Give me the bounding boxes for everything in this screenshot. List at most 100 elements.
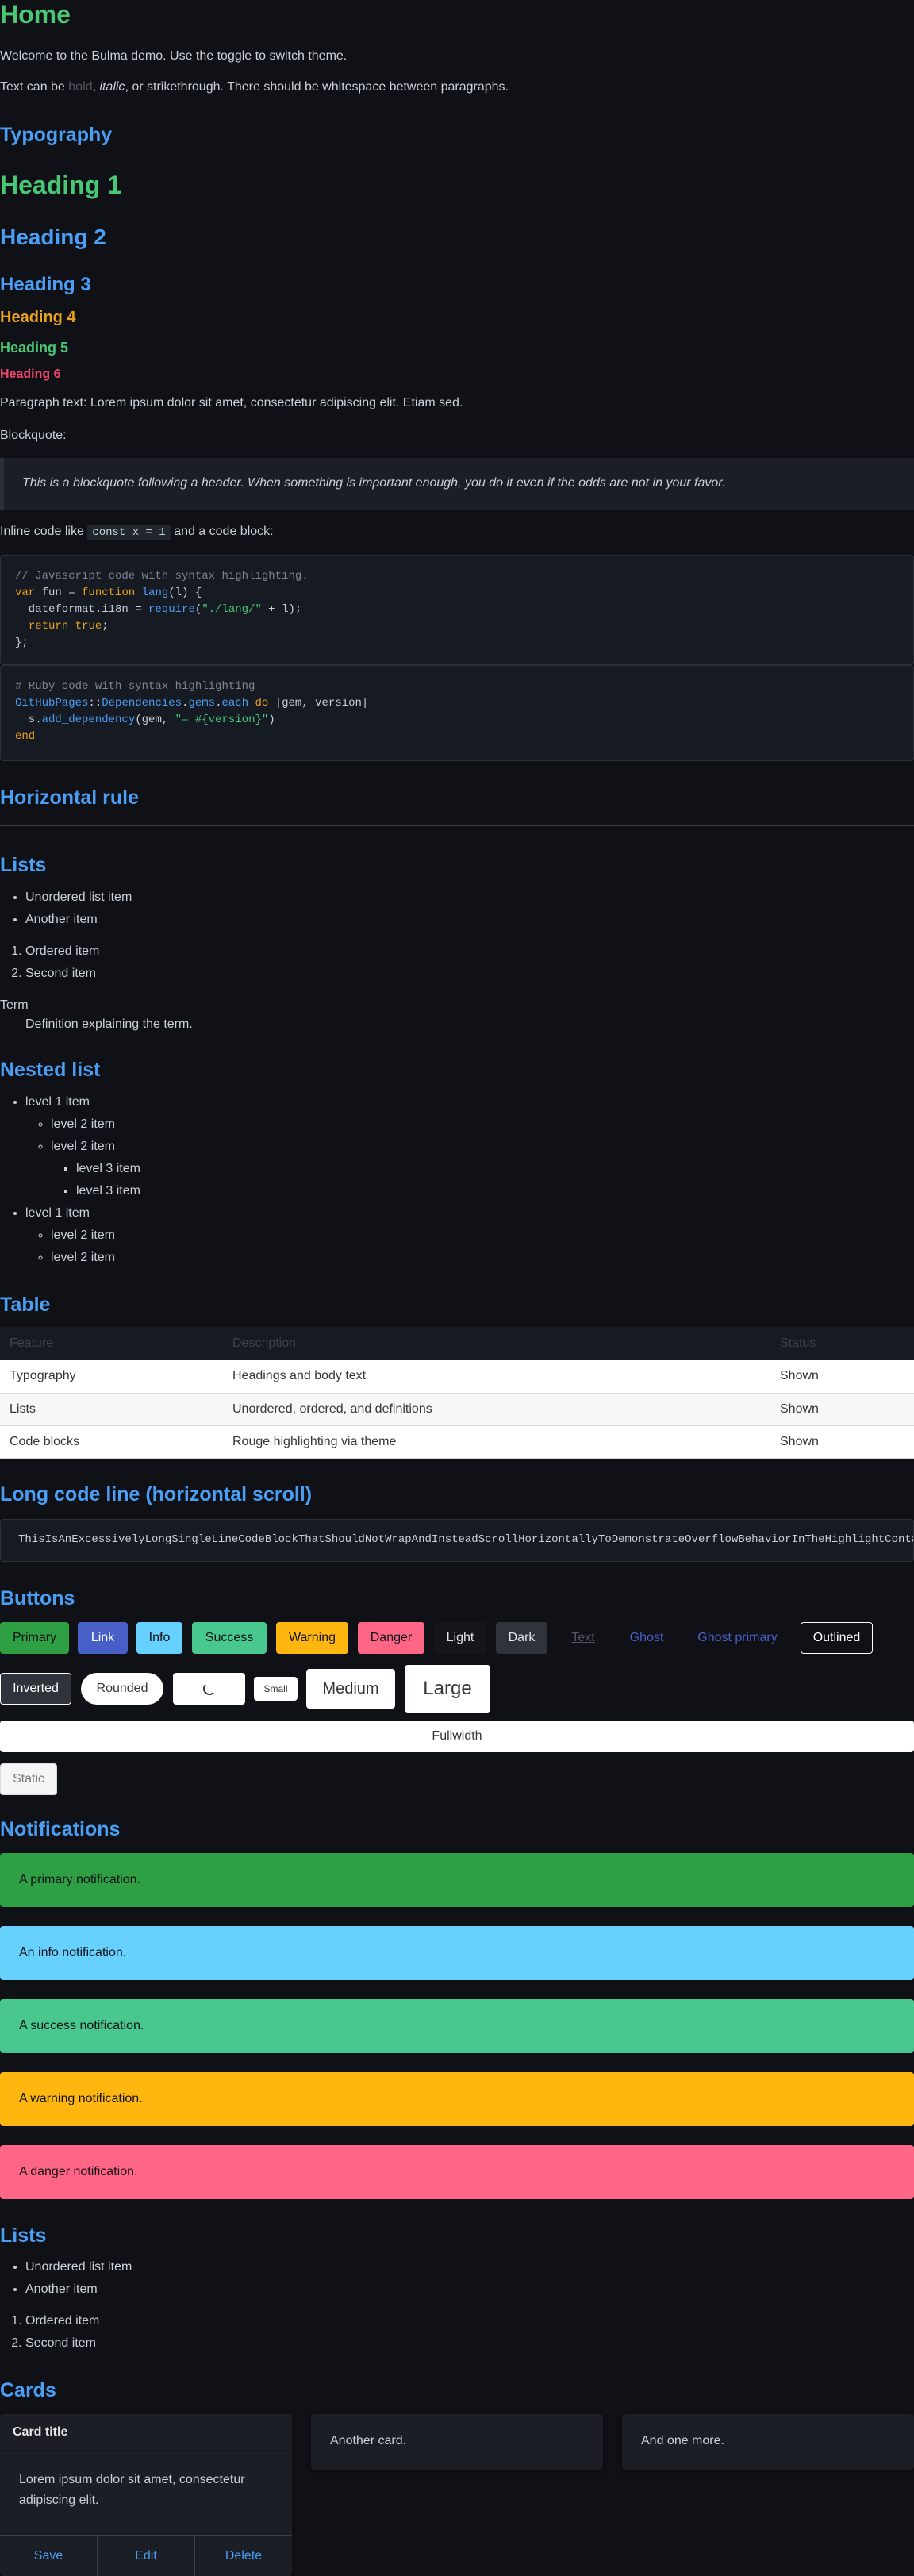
card-save-link[interactable]: Save — [0, 2536, 98, 2576]
table-cell: Shown — [770, 1393, 914, 1426]
data-table-container: Feature Description Status Typography He… — [0, 1327, 914, 1459]
list-item: level 2 item — [51, 1247, 140, 1269]
nested-list-heading: Nested list — [0, 1059, 101, 1081]
list-item: level 1 item level 2 item level 2 item l… — [25, 1091, 140, 1202]
info-notification: An info notification. — [0, 1926, 914, 1980]
table-header-cell: Feature — [10, 1336, 54, 1350]
warning-button[interactable]: Warning — [276, 1622, 348, 1654]
table-row: Typography Headings and body text Shown — [0, 1360, 914, 1394]
list-item: Second item — [25, 2332, 99, 2355]
code-string: "./lang/" — [202, 603, 262, 616]
inline-code-paragraph: Inline code like const x = 1 and a code … — [0, 524, 274, 540]
inline-code-suffix: and a code block: — [170, 525, 274, 538]
text-styles-paragraph: Text can be bold, italic, or strikethrou… — [0, 79, 509, 95]
small-button[interactable]: Small — [254, 1677, 298, 1701]
rounded-button[interactable]: Rounded — [81, 1673, 163, 1705]
horizontal-rule — [0, 825, 914, 826]
code-text: s. — [15, 713, 42, 726]
heading-3-sample: Heading 3 — [0, 274, 91, 295]
code-text: dateformat.i18n = — [15, 603, 149, 616]
success-notification: A success notification. — [0, 1999, 914, 2053]
loading-button[interactable] — [173, 1673, 245, 1705]
code-function: require — [148, 603, 195, 616]
code-keyword: do — [255, 697, 269, 709]
definition-description: Definition explaining the term. — [25, 1017, 193, 1031]
inverted-button[interactable]: Inverted — [0, 1673, 71, 1705]
list-item-label: level 2 item — [51, 1140, 115, 1153]
heading-1-sample: Heading 1 — [0, 171, 121, 199]
code-text: }; — [15, 636, 29, 649]
large-button[interactable]: Large — [405, 1665, 490, 1713]
buttons-heading: Buttons — [0, 1587, 75, 1609]
definition-term: Term — [0, 998, 29, 1012]
code-function: each — [221, 697, 249, 709]
card-delete-link[interactable]: Delete — [195, 2536, 292, 2576]
table-header-cell: Description — [232, 1336, 297, 1350]
code-text: ) — [268, 713, 275, 726]
info-button[interactable]: Info — [136, 1622, 182, 1654]
list-item: level 1 item level 2 item level 2 item — [25, 1202, 140, 1269]
light-button[interactable]: Light — [434, 1622, 486, 1654]
primary-button[interactable]: Primary — [0, 1622, 69, 1654]
table-cell: Typography — [0, 1360, 223, 1394]
code-keyword: return — [28, 620, 69, 632]
card-body: Another card. — [330, 2434, 407, 2447]
card: Card title Lorem ipsum dolor sit amet, c… — [0, 2414, 292, 2576]
heading-5-sample: Heading 5 — [0, 340, 69, 356]
table-cell: Unordered, ordered, and definitions — [223, 1393, 770, 1426]
code-comment: # Ruby code with syntax highlighting — [15, 680, 255, 693]
code-keyword: end — [15, 730, 36, 743]
heading-6-sample: Heading 6 — [0, 367, 61, 381]
card-edit-link[interactable]: Edit — [98, 2536, 195, 2576]
bold-sample: bold — [68, 80, 93, 94]
primary-notification: A primary notification. — [0, 1853, 914, 1907]
link-button[interactable]: Link — [78, 1622, 128, 1654]
ordered-list-2: Ordered item Second item — [0, 2310, 99, 2355]
medium-button[interactable]: Medium — [306, 1669, 395, 1709]
card: Another card. — [311, 2414, 603, 2470]
fullwidth-button[interactable]: Fullwidth — [0, 1721, 914, 1752]
text-styles-sep2: , or — [125, 80, 147, 94]
blockquote: This is a blockquote following a header.… — [0, 458, 914, 510]
data-table: Feature Description Status Typography He… — [0, 1327, 914, 1459]
ruby-code-block: # Ruby code with syntax highlighting Git… — [0, 665, 914, 761]
success-button[interactable]: Success — [192, 1622, 267, 1654]
unordered-list-2: Unordered list item Another item — [0, 2256, 132, 2301]
ghost-button[interactable]: Ghost — [619, 1622, 674, 1654]
danger-button[interactable]: Danger — [358, 1622, 424, 1654]
code-constant: GitHubPages — [15, 697, 89, 709]
text-button[interactable]: Text — [557, 1622, 609, 1654]
lists-heading: Lists — [0, 854, 47, 876]
loading-spinner-icon — [202, 1682, 216, 1695]
code-function: add_dependency — [41, 713, 136, 726]
long-code-block[interactable]: ThisIsAnExcessivelyLongSingleLineCodeBlo… — [0, 1519, 914, 1562]
code-text: (gem, — [135, 713, 175, 726]
card-body: And one more. — [641, 2434, 724, 2447]
table-header-row: Feature Description Status — [0, 1327, 914, 1360]
typography-heading: Typography — [0, 124, 113, 146]
ghost-primary-button[interactable]: Ghost primary — [684, 1622, 791, 1654]
list-item: Unordered list item — [25, 2256, 132, 2278]
list-item: level 2 item level 3 item level 3 item — [51, 1136, 140, 1202]
list-item: level 2 item — [51, 1113, 140, 1136]
table-cell: Lists — [0, 1393, 223, 1426]
horizontal-rule-heading: Horizontal rule — [0, 786, 140, 809]
list-item: Ordered item — [25, 2310, 99, 2332]
table-header-cell: Status — [780, 1336, 816, 1350]
list-item: Another item — [25, 2278, 132, 2301]
code-keyword: true — [75, 620, 102, 632]
intro-paragraph: Welcome to the Bulma demo. Use the toggl… — [0, 49, 348, 63]
warning-notification: A warning notification. — [0, 2072, 914, 2126]
cards-heading: Cards — [0, 2379, 56, 2401]
list-item: level 3 item — [76, 1180, 140, 1202]
lists-heading-2: Lists — [0, 2224, 47, 2247]
table-cell: Code blocks — [0, 1425, 223, 1459]
table-row: Lists Unordered, ordered, and definition… — [0, 1393, 914, 1426]
card-footer: Save Edit Delete — [0, 2535, 292, 2576]
strike-sample: strikethrough — [147, 80, 221, 94]
page-title: Home — [0, 0, 71, 29]
code-text: ; — [102, 620, 109, 632]
code-keyword: function — [82, 586, 136, 599]
dark-button[interactable]: Dark — [496, 1622, 547, 1654]
outlined-button[interactable]: Outlined — [801, 1622, 873, 1654]
